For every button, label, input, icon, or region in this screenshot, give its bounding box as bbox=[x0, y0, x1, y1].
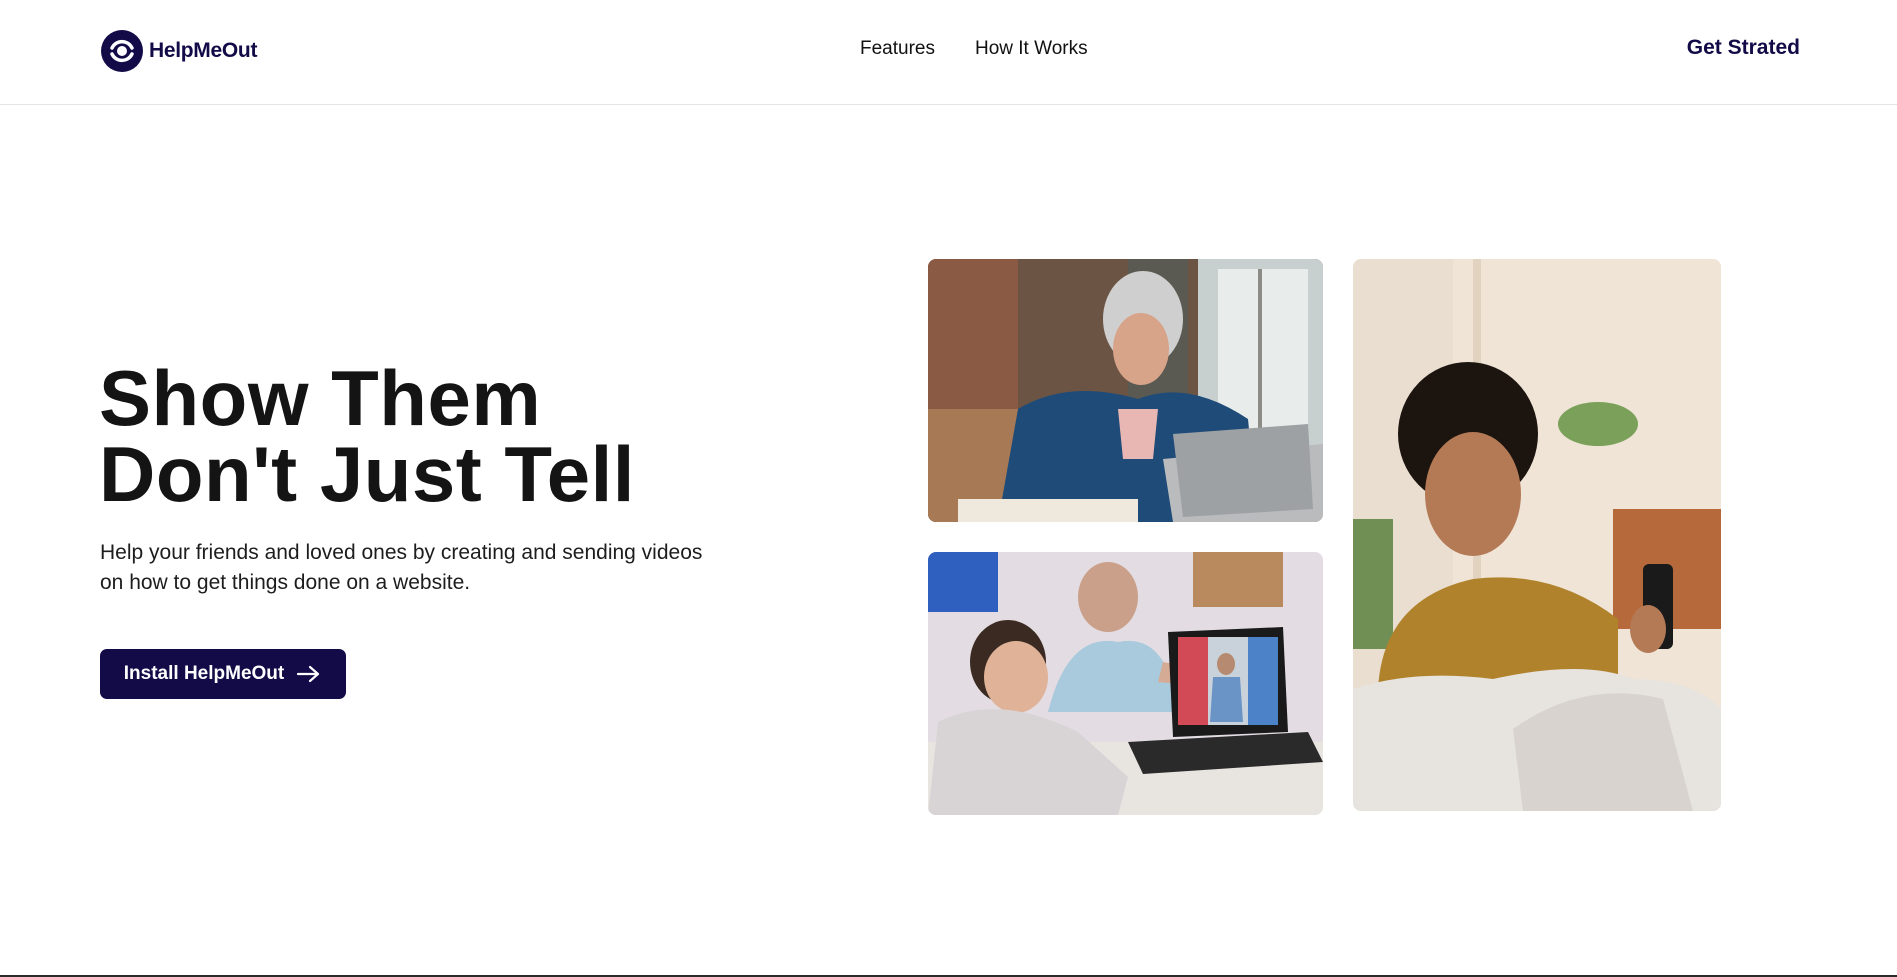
arrow-right-icon bbox=[297, 665, 320, 683]
helpmeout-logo-icon bbox=[101, 30, 143, 72]
site-header: HelpMeOut Features How It Works Get Stra… bbox=[0, 0, 1897, 105]
main-nav: Features How It Works bbox=[860, 38, 1088, 60]
woman-with-headphones-laptop-photo bbox=[928, 259, 1323, 522]
woman-smiling-at-phone-photo bbox=[1353, 259, 1721, 811]
nav-link-how-it-works[interactable]: How It Works bbox=[975, 38, 1088, 60]
get-started-link[interactable]: Get Strated bbox=[1687, 36, 1800, 60]
grandfather-boy-laptop-video-call-photo bbox=[928, 552, 1323, 815]
hero-title-line-1: Show Them bbox=[99, 354, 542, 442]
hero-title: Show Them Don't Just Tell bbox=[99, 354, 635, 518]
hero-subtitle: Help your friends and loved ones by crea… bbox=[100, 541, 703, 594]
logo-text: HelpMeOut bbox=[149, 39, 258, 62]
install-button-label: Install HelpMeOut bbox=[123, 663, 285, 684]
hero-title-line-2: Don't Just Tell bbox=[99, 430, 635, 518]
logo-link[interactable]: HelpMeOut bbox=[100, 28, 257, 74]
install-helpmeout-button[interactable]: Install HelpMeOut bbox=[100, 649, 346, 699]
nav-link-features[interactable]: Features bbox=[860, 38, 935, 60]
